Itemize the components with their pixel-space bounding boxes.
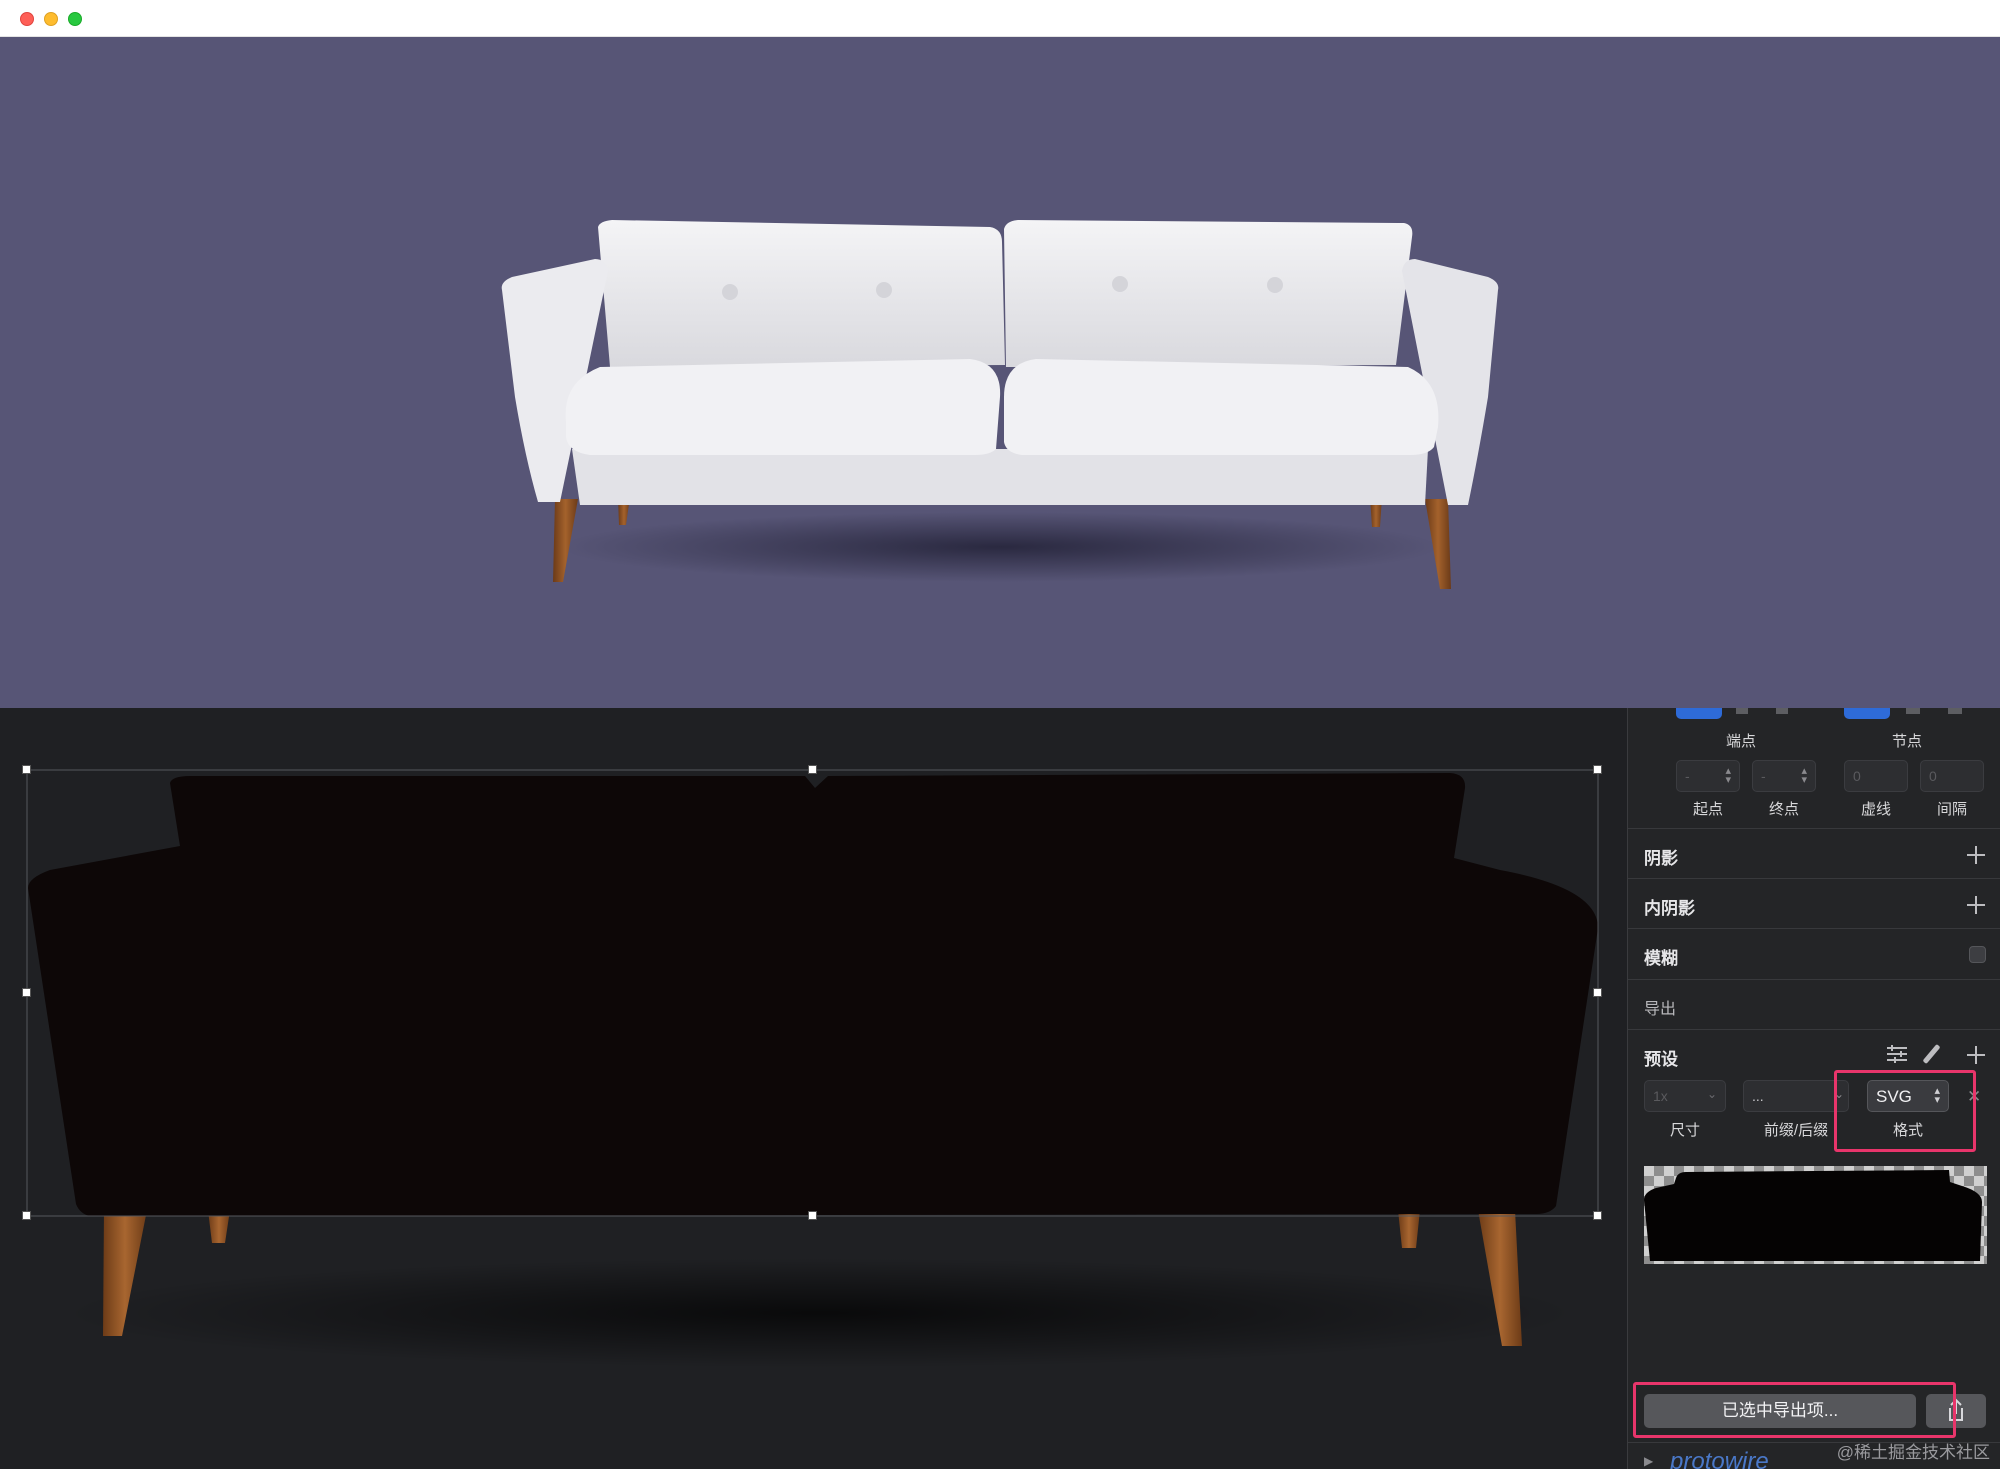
- export-settings-icon[interactable]: [1885, 1044, 1909, 1064]
- end-label: 终点: [1768, 801, 1799, 818]
- stepper-icon: ▴ ▾: [1801, 765, 1807, 786]
- start-arrow-select[interactable]: - ▴ ▾: [1676, 760, 1740, 792]
- end-arrow-select[interactable]: - ▴ ▾: [1752, 760, 1816, 792]
- resize-handle-bottom-left[interactable]: [22, 1211, 31, 1220]
- resize-handle-bottom-right[interactable]: [1593, 1211, 1602, 1220]
- nodes-label: 节点: [1891, 733, 1922, 750]
- resize-handle-top-left[interactable]: [22, 765, 31, 774]
- export-preview-thumbnail: [1644, 1166, 1987, 1264]
- export-size-select[interactable]: 1x ⌄: [1644, 1080, 1726, 1112]
- dash-input[interactable]: 0: [1844, 760, 1908, 792]
- chevron-down-icon: ⌄: [1706, 1087, 1717, 1101]
- divider: [1628, 878, 2000, 879]
- add-export-preset-icon[interactable]: [1966, 1045, 1986, 1065]
- shadow-section-title: 阴影: [1644, 849, 1678, 868]
- add-shadow-icon[interactable]: [1966, 845, 1986, 865]
- resize-handle-top-right[interactable]: [1593, 765, 1602, 774]
- resize-handle-right[interactable]: [1593, 988, 1602, 997]
- export-button-highlight-box: [1633, 1382, 1956, 1438]
- resize-handle-bottom[interactable]: [808, 1211, 817, 1220]
- sofa-photo: [501, 220, 1499, 589]
- divider: [1628, 1029, 2000, 1030]
- export-size-label: 尺寸: [1669, 1122, 1700, 1139]
- close-window-button[interactable]: [20, 12, 34, 26]
- endpoints-label: 端点: [1725, 733, 1756, 750]
- layer-peek-name[interactable]: protowire: [1670, 1448, 1769, 1469]
- preset-section-title: 预设: [1644, 1050, 1678, 1069]
- node-style-buttons[interactable]: [1844, 708, 1970, 720]
- window-titlebar: [0, 0, 2000, 37]
- gap-label: 间隔: [1936, 801, 1967, 818]
- preview-area: [0, 37, 2000, 708]
- divider: [1628, 928, 2000, 929]
- dash-label: 虚线: [1860, 801, 1891, 818]
- export-section-title: 导出: [1644, 1001, 1677, 1018]
- stepper-icon: ▴ ▾: [1725, 765, 1731, 786]
- divider: [1628, 828, 2000, 829]
- watermark: @稀土掘金技术社区: [1836, 1443, 1990, 1462]
- design-canvas[interactable]: [0, 708, 1627, 1469]
- layer-disclosure-icon[interactable]: ▶: [1644, 1454, 1653, 1468]
- minimize-window-button[interactable]: [44, 12, 58, 26]
- format-highlight-box: [1834, 1070, 1976, 1152]
- inner-shadow-section-title: 内阴影: [1644, 899, 1695, 918]
- add-inner-shadow-icon[interactable]: [1966, 895, 1986, 915]
- endpoint-style-buttons[interactable]: [1676, 708, 1802, 720]
- sofa-silhouette[interactable]: [0, 708, 1627, 1469]
- inspector-panel: 端点 节点 - ▴ ▾ - ▴ ▾ 0 0 起点 终点 虚线 间隔 阴影 内阴影 模…: [1627, 708, 2000, 1469]
- resize-handle-top[interactable]: [808, 765, 817, 774]
- resize-handle-left[interactable]: [22, 988, 31, 997]
- slice-knife-icon[interactable]: [1920, 1043, 1942, 1065]
- start-label: 起点: [1692, 801, 1723, 818]
- blur-checkbox[interactable]: [1969, 946, 1986, 963]
- maximize-window-button[interactable]: [68, 12, 82, 26]
- editor-workspace: 端点 节点 - ▴ ▾ - ▴ ▾ 0 0 起点 终点 虚线 间隔 阴影 内阴影 模…: [0, 708, 2000, 1469]
- blur-section-title: 模糊: [1644, 949, 1678, 968]
- divider: [1628, 979, 2000, 980]
- gap-input[interactable]: 0: [1920, 760, 1984, 792]
